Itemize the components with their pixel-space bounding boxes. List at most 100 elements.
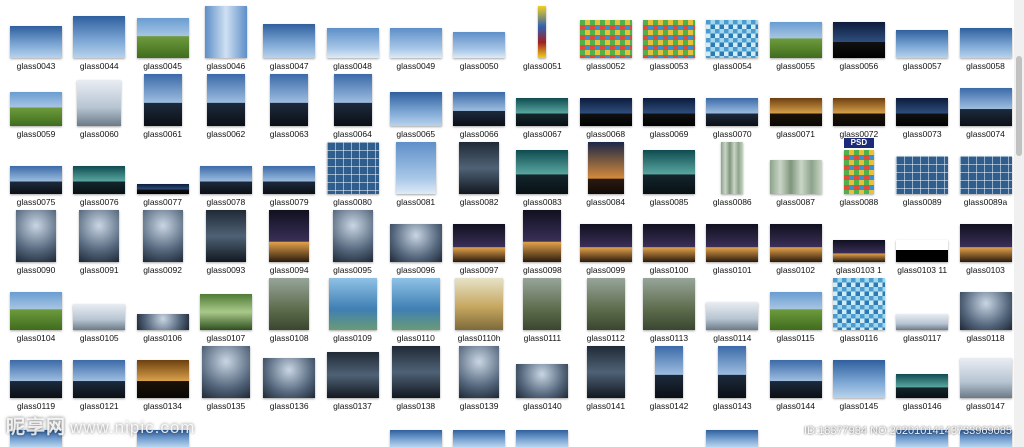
file-thumbnail[interactable] (832, 98, 885, 126)
file-thumbnail[interactable] (896, 30, 949, 58)
file-thumbnail[interactable] (769, 224, 822, 262)
file-item[interactable]: glass0046 (195, 2, 257, 72)
file-thumbnail[interactable] (959, 292, 1012, 330)
file-item[interactable]: glass0051 (511, 2, 573, 72)
file-item[interactable]: glass0113 (638, 274, 700, 344)
file-thumbnail[interactable] (455, 278, 504, 330)
file-thumbnail[interactable] (263, 358, 316, 398)
file-thumbnail-partial[interactable] (453, 430, 506, 447)
file-thumbnail[interactable] (201, 346, 250, 398)
file-item[interactable]: glass0091 (68, 206, 130, 276)
file-thumbnail[interactable] (332, 210, 373, 262)
file-item[interactable]: glass0136 (258, 342, 320, 412)
file-item[interactable]: glass0109 (322, 274, 384, 344)
file-thumbnail[interactable] (643, 20, 695, 58)
file-thumbnail[interactable] (459, 346, 500, 398)
file-item[interactable]: glass0055 (765, 2, 827, 72)
file-thumbnail[interactable] (453, 32, 506, 58)
file-item[interactable]: glass0069 (638, 70, 700, 140)
file-thumbnail[interactable] (136, 18, 189, 58)
file-item[interactable]: glass0143 (701, 342, 763, 412)
file-thumbnail[interactable] (391, 278, 440, 330)
file-item[interactable]: glass0110 (385, 274, 447, 344)
file-thumbnail[interactable] (959, 88, 1012, 126)
file-thumbnail[interactable] (586, 278, 625, 330)
file-item[interactable]: glass0065 (385, 70, 447, 140)
file-item[interactable]: glass0058 (955, 2, 1015, 72)
file-thumbnail[interactable] (896, 98, 949, 126)
file-thumbnail[interactable] (579, 98, 632, 126)
file-thumbnail[interactable] (843, 150, 874, 194)
file-thumbnail[interactable] (10, 92, 62, 126)
file-thumbnail[interactable] (199, 294, 252, 330)
file-item[interactable]: glass0079 (258, 138, 320, 208)
file-thumbnail[interactable] (516, 150, 569, 194)
file-item[interactable]: glass0045 (132, 2, 194, 72)
file-thumbnail[interactable] (326, 28, 379, 58)
file-item[interactable]: glass0082 (448, 138, 510, 208)
file-thumbnail[interactable] (959, 156, 1012, 194)
file-item[interactable]: glass0099 (575, 206, 637, 276)
file-item[interactable]: glass0053 (638, 2, 700, 72)
file-thumbnail[interactable] (10, 292, 62, 330)
file-item[interactable]: glass0086 (701, 138, 763, 208)
file-item[interactable]: glass0147 (955, 342, 1015, 412)
file-item[interactable]: glass0103 1 (828, 206, 890, 276)
file-item[interactable]: glass0106 (132, 274, 194, 344)
file-item[interactable]: glass0071 (765, 70, 827, 140)
file-item[interactable]: glass0077 (132, 138, 194, 208)
file-item[interactable]: glass0090 (5, 206, 67, 276)
file-thumbnail[interactable] (832, 240, 885, 262)
file-thumbnail[interactable] (77, 80, 122, 126)
file-item[interactable]: glass0093 (195, 206, 257, 276)
file-item[interactable]: glass0100 (638, 206, 700, 276)
file-thumbnail[interactable] (579, 224, 632, 262)
file-thumbnail[interactable] (326, 142, 379, 194)
file-item[interactable]: glass0054 (701, 2, 763, 72)
file-item[interactable]: glass0134 (132, 342, 194, 412)
file-thumbnail[interactable] (73, 304, 126, 330)
file-thumbnail[interactable] (10, 360, 62, 398)
vertical-scrollbar[interactable] (1014, 0, 1024, 447)
file-thumbnail[interactable] (391, 346, 440, 398)
file-thumbnail[interactable] (453, 92, 506, 126)
file-item[interactable]: glass0107 (195, 274, 257, 344)
file-item[interactable]: glass0102 (765, 206, 827, 276)
file-thumbnail[interactable] (706, 98, 759, 126)
file-thumbnail[interactable] (706, 302, 759, 330)
file-thumbnail[interactable] (516, 98, 569, 126)
file-thumbnail[interactable] (706, 20, 759, 58)
file-thumbnail[interactable] (136, 184, 189, 194)
file-item[interactable]: glass0145 (828, 342, 890, 412)
file-thumbnail[interactable] (769, 98, 822, 126)
file-item[interactable]: glass0140 (511, 342, 573, 412)
file-thumbnail[interactable] (896, 374, 949, 398)
file-thumbnail[interactable] (204, 6, 247, 58)
file-item[interactable]: glass0056 (828, 2, 890, 72)
file-thumbnail[interactable] (205, 210, 246, 262)
file-item[interactable]: glass0101 (701, 206, 763, 276)
file-thumbnail[interactable] (643, 150, 695, 194)
file-item[interactable]: glass0067 (511, 70, 573, 140)
file-thumbnail[interactable] (587, 142, 624, 194)
file-thumbnail[interactable] (333, 74, 372, 126)
file-thumbnail[interactable] (643, 278, 695, 330)
file-thumbnail[interactable] (389, 224, 442, 262)
file-thumbnail[interactable] (199, 166, 252, 194)
file-thumbnail[interactable] (453, 224, 506, 262)
file-item[interactable]: glass0059 (5, 70, 67, 140)
file-thumbnail[interactable] (10, 26, 62, 58)
file-item[interactable]: glass0095 (322, 206, 384, 276)
file-item[interactable]: glass0139 (448, 342, 510, 412)
file-item[interactable]: glass0060 (68, 70, 130, 140)
file-item[interactable]: glass0072 (828, 70, 890, 140)
file-item[interactable]: glass0075 (5, 138, 67, 208)
file-thumbnail[interactable] (579, 20, 632, 58)
file-thumbnail[interactable] (459, 142, 500, 194)
file-item[interactable]: glass0044 (68, 2, 130, 72)
file-item[interactable]: glass0052 (575, 2, 637, 72)
file-item[interactable]: glass0097 (448, 206, 510, 276)
file-item[interactable]: glass0049 (385, 2, 447, 72)
file-item[interactable]: glass0116 (828, 274, 890, 344)
file-thumbnail[interactable] (655, 346, 683, 398)
